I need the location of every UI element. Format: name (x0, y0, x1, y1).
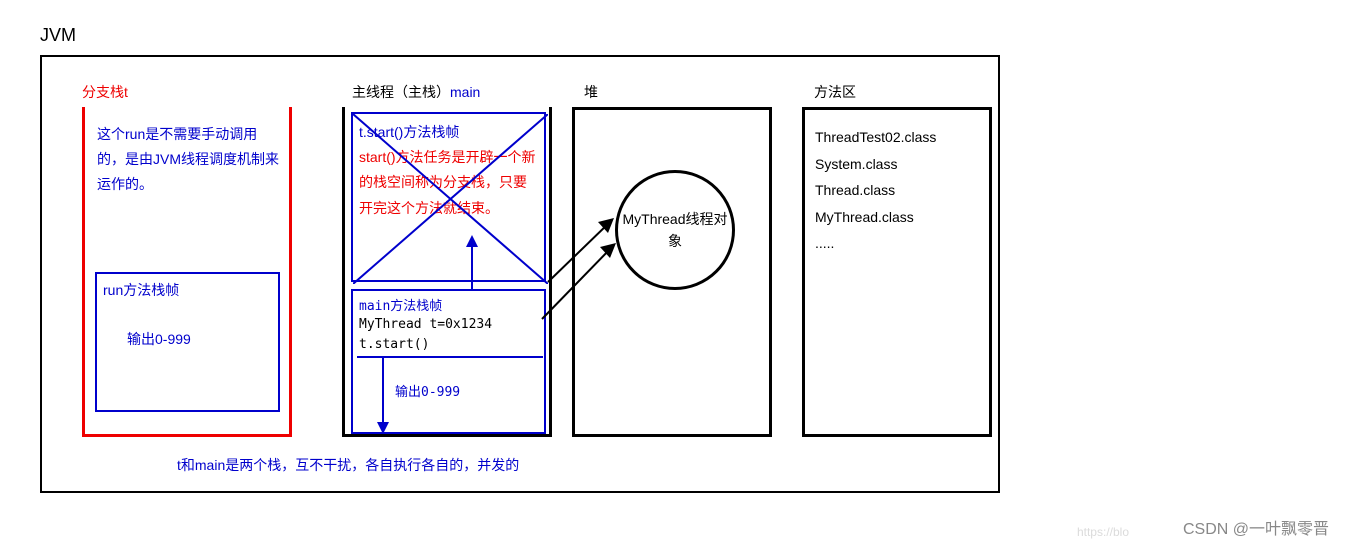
run-method-frame: run方法栈帧 输出0-999 (95, 272, 280, 412)
start-frame-body: start()方法任务是开辟一个新的栈空间称为分支栈，只要开完这个方法就结束。 (359, 149, 536, 215)
branch-note: 这个run是不需要手动调用的，是由JVM线程调度机制来运作的。 (97, 122, 281, 198)
heap-object-circle: MyThread线程对象 (615, 170, 735, 290)
start-frame-text: t.start()方法栈帧 start()方法任务是开辟一个新的栈空间称为分支栈… (359, 120, 538, 221)
heap-label: 堆 (584, 82, 598, 102)
method-area-item: MyThread.class (815, 204, 979, 231)
main-thread-label: 主线程（主栈）main (352, 82, 480, 102)
branch-stack-box: 这个run是不需要手动调用的，是由JVM线程调度机制来运作的。 run方法栈帧 … (82, 107, 292, 437)
method-area-box: ThreadTest02.class System.class Thread.c… (802, 107, 992, 437)
heap-object-label: MyThread线程对象 (618, 208, 732, 253)
main-frame-output: 输出0-999 (395, 381, 460, 400)
main-thread-name: main (450, 84, 480, 100)
method-area-content: ThreadTest02.class System.class Thread.c… (805, 110, 989, 271)
method-area-item: ..... (815, 230, 979, 257)
main-method-frame: main方法栈帧 MyThread t=0x1234 t.start() 输出0… (351, 289, 546, 434)
main-frame-line2: t.start() (359, 337, 429, 352)
heap-box: MyThread线程对象 (572, 107, 772, 437)
start-frame-line1: t.start()方法栈帧 (359, 124, 459, 140)
branch-stack-label: 分支栈t (82, 82, 128, 102)
main-thread-prefix: 主线程（主栈） (352, 84, 450, 100)
jvm-title: JVM (40, 25, 76, 46)
method-area-item: ThreadTest02.class (815, 124, 979, 151)
method-area-item: Thread.class (815, 177, 979, 204)
jvm-container: 分支栈t 主线程（主栈）main 堆 方法区 这个run是不需要手动调用的，是由… (40, 55, 1000, 493)
footer-note: t和main是两个栈，互不干扰，各自执行各自的，并发的 (177, 455, 519, 475)
main-frame-title: main方法栈帧 (359, 295, 442, 314)
run-frame-output: 输出0-999 (127, 329, 191, 349)
method-area-label: 方法区 (814, 82, 856, 102)
run-frame-title: run方法栈帧 (103, 280, 179, 300)
main-frame-line1: MyThread t=0x1234 (359, 317, 492, 332)
watermark-author: CSDN @一叶飘零晋 (1183, 515, 1329, 539)
main-stack-box: t.start()方法栈帧 start()方法任务是开辟一个新的栈空间称为分支栈… (342, 107, 552, 437)
watermark-url: https://blo (1077, 525, 1129, 539)
method-area-item: System.class (815, 151, 979, 178)
start-method-frame: t.start()方法栈帧 start()方法任务是开辟一个新的栈空间称为分支栈… (351, 112, 546, 282)
